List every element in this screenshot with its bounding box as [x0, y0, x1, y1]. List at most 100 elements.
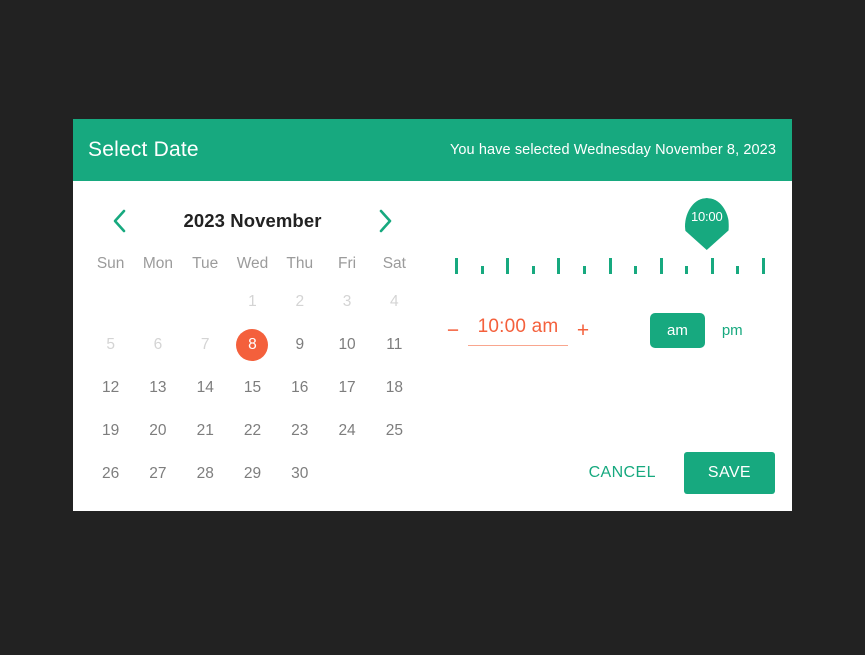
time-slider-tick — [736, 266, 740, 274]
time-slider-tick — [659, 258, 663, 274]
calendar-day[interactable]: 13 — [134, 366, 181, 409]
calendar-day: 6 — [134, 323, 181, 366]
calendar-day-label: 30 — [291, 464, 309, 482]
select-date-dialog: Select Date You have selected Wednesday … — [73, 119, 792, 511]
calendar-day-label: 24 — [338, 421, 356, 439]
calendar-day-label: 22 — [243, 421, 262, 439]
calendar-day-label: 12 — [102, 378, 120, 396]
calendar-day-label: 9 — [295, 335, 305, 353]
weekday-header: Fri — [338, 255, 357, 272]
calendar-day[interactable]: 17 — [323, 366, 370, 409]
calendar-day-label: 19 — [102, 421, 120, 439]
calendar-day-label: 29 — [243, 464, 262, 482]
dialog-header: Select Date You have selected Wednesday … — [73, 119, 792, 181]
time-input[interactable]: 10:00 am — [468, 316, 568, 346]
calendar-day-label: 8 — [236, 328, 269, 361]
calendar-day[interactable]: 16 — [276, 366, 323, 409]
dialog-body: 2023 November Sun Mon Tue Wed Thu Fri Sat 1 2 3 4 5… — [73, 181, 792, 511]
weekday-header: Sat — [382, 255, 406, 272]
calendar-day[interactable]: 12 — [87, 366, 134, 409]
weekday-header: Tue — [192, 255, 219, 272]
meridiem-toggle: am pm — [650, 313, 760, 348]
time-slider-tick — [557, 258, 561, 274]
time-decrement-button[interactable]: − — [442, 320, 464, 341]
calendar-day[interactable]: 23 — [276, 409, 323, 452]
calendar-day[interactable]: 19 — [87, 409, 134, 452]
calendar-day[interactable]: 27 — [134, 452, 181, 495]
calendar-day-selected[interactable]: 8 — [229, 323, 276, 366]
calendar-day: 2 — [276, 280, 323, 323]
calendar-day[interactable]: 18 — [371, 366, 418, 409]
calendar-day[interactable]: 28 — [182, 452, 229, 495]
calendar-day[interactable]: 25 — [371, 409, 418, 452]
time-slider-tick — [582, 266, 586, 274]
time-slider-tick — [685, 266, 689, 274]
calendar-day: 1 — [229, 280, 276, 323]
calendar-month-label[interactable]: 2023 November — [183, 210, 321, 232]
calendar-day[interactable]: 30 — [276, 452, 323, 495]
calendar-day[interactable]: 29 — [229, 452, 276, 495]
calendar-day: 3 — [323, 280, 370, 323]
time-slider-thumb-label: 10:00 — [690, 209, 723, 224]
weekday-header: Sun — [96, 255, 125, 272]
calendar-day: 7 — [182, 323, 229, 366]
time-value-row: − 10:00 am + am pm — [432, 313, 775, 348]
calendar-day-label: 10 — [338, 335, 356, 353]
calendar-panel: 2023 November Sun Mon Tue Wed Thu Fri Sat 1 2 3 4 5… — [73, 181, 432, 511]
calendar-day-blank — [182, 280, 229, 323]
time-slider-tick — [531, 266, 535, 274]
calendar-day-label: 21 — [196, 421, 214, 439]
calendar-day-blank — [87, 280, 134, 323]
calendar-day-label: 3 — [342, 292, 352, 310]
calendar-day[interactable]: 11 — [371, 323, 418, 366]
calendar-day-label: 18 — [385, 378, 403, 396]
calendar-day-label: 25 — [385, 421, 403, 439]
screen: Select Date You have selected Wednesday … — [0, 0, 865, 655]
calendar-day[interactable]: 26 — [87, 452, 134, 495]
time-slider-tick — [710, 258, 714, 274]
calendar-day[interactable]: 24 — [323, 409, 370, 452]
time-increment-button[interactable]: + — [572, 320, 594, 341]
time-slider[interactable]: 10:00 — [442, 181, 775, 311]
calendar-day-label: 20 — [149, 421, 167, 439]
calendar-day-label: 2 — [295, 292, 305, 310]
cancel-button[interactable]: CANCEL — [573, 454, 672, 492]
weekday-header: Thu — [286, 255, 314, 272]
calendar-day-label: 1 — [248, 292, 257, 310]
chevron-right-icon[interactable] — [372, 207, 400, 235]
calendar-day-label: 17 — [338, 378, 356, 396]
chevron-left-icon[interactable] — [105, 207, 133, 235]
calendar-day-label: 4 — [390, 292, 399, 310]
calendar-day-label: 26 — [102, 464, 120, 482]
calendar-day[interactable]: 9 — [276, 323, 323, 366]
calendar-day-label: 16 — [291, 378, 309, 396]
time-slider-tick — [608, 258, 612, 274]
calendar-day[interactable]: 14 — [182, 366, 229, 409]
calendar-day-label: 13 — [149, 378, 167, 396]
calendar-day-label: 23 — [291, 421, 309, 439]
calendar-day: 5 — [87, 323, 134, 366]
calendar-nav: 2023 November — [87, 200, 418, 242]
calendar-day[interactable]: 22 — [229, 409, 276, 452]
time-panel: 10:00 − 10:00 am + am pm CANCEL SAVE — [432, 181, 792, 511]
meridiem-am-button[interactable]: am — [650, 313, 705, 348]
time-slider-tick — [762, 258, 765, 274]
weekday-header: Wed — [236, 255, 269, 272]
dialog-footer: CANCEL SAVE — [573, 452, 775, 494]
time-slider-tick — [506, 258, 510, 274]
time-slider-tick — [480, 266, 484, 274]
calendar-day[interactable]: 15 — [229, 366, 276, 409]
time-slider-ticks — [455, 256, 765, 274]
calendar-day-label: 28 — [196, 464, 214, 482]
save-button[interactable]: SAVE — [683, 452, 775, 494]
calendar-day[interactable]: 10 — [323, 323, 370, 366]
calendar-day[interactable]: 21 — [182, 409, 229, 452]
weekday-header: Mon — [142, 255, 173, 272]
time-slider-thumb[interactable]: 10:00 — [684, 198, 729, 250]
meridiem-pm-button[interactable]: pm — [705, 313, 760, 348]
dialog-title: Select Date — [88, 138, 199, 161]
calendar-day[interactable]: 20 — [134, 409, 181, 452]
calendar-grid: Sun Mon Tue Wed Thu Fri Sat 1 2 3 4 5 6 7 8 9 10 11 12 13 14… — [87, 248, 418, 495]
calendar-day-label: 11 — [386, 335, 403, 353]
calendar-day: 4 — [371, 280, 418, 323]
